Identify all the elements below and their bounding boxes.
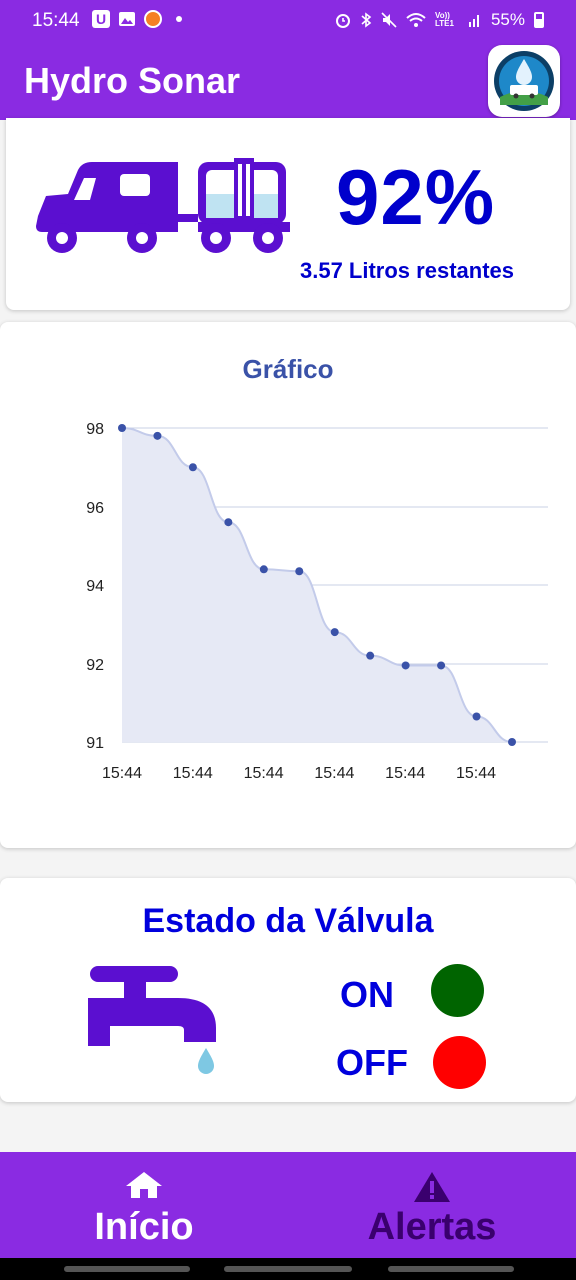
tank-level-card: 92% 3.57 Litros restantes [6,118,570,310]
chart-x-tick-label: 15:44 [102,765,142,782]
tank-percent: 92% [336,153,496,241]
battery-percent: 55% [490,10,525,29]
chart-y-tick-label: 96 [86,500,104,517]
chart-point[interactable] [366,651,375,660]
valve-on-indicator [431,964,484,1017]
app-bar: Hydro Sonar [0,42,576,120]
chart-point[interactable] [437,661,446,670]
status-bar: 15:44 U Vo)) LTE1 55% [0,0,576,42]
chart-point[interactable] [330,628,339,637]
system-navigation-bar [0,1258,576,1280]
valve-title: Estado da Válvula [142,902,434,940]
nav-home[interactable]: Início [0,1152,288,1258]
chart-point[interactable] [295,567,304,576]
status-time: 15:44 [32,10,80,31]
chart-point[interactable] [153,431,162,440]
chart-x-tick-label: 15:44 [173,765,213,782]
volte-indicator: Vo)) LTE1 [434,11,454,28]
chart-x-tick-label: 15:44 [244,765,284,782]
valve-status-card: Estado da Válvula ON OFF [0,878,576,1102]
nav-handle-right[interactable] [388,1266,514,1272]
gallery-icon [119,12,135,26]
home-icon [126,1172,162,1198]
valve-off-indicator [433,1036,486,1089]
wifi-icon [406,13,426,27]
liters-remaining: 3.57 Litros restantes [300,258,514,283]
chart-y-tick-label: 92 [86,657,104,674]
valve-on-label: ON [340,974,394,1015]
chart-point[interactable] [188,463,197,472]
chart-point[interactable] [259,565,268,574]
battery-icon [534,12,544,28]
more-notifications-icon [176,16,182,22]
chart-x-tick-label: 15:44 [314,765,354,782]
nav-alerts[interactable]: Alertas [288,1152,576,1258]
chart-y-tick-label: 91 [86,735,104,752]
alarm-icon [335,14,350,28]
chart-card: Gráfico 98 96 94 92 91 15:44 15:44 15:44 15:44 15… [0,322,576,848]
nav-home-label: Início [94,1206,194,1248]
chart-y-tick-label: 94 [86,578,104,595]
valve-off-label: OFF [336,1042,408,1083]
notification-app-icon [144,10,162,28]
level-chart: 98 96 94 92 91 15:44 15:44 15:44 15:44 15:44 15:44 [86,421,548,782]
nav-handle-left[interactable] [64,1266,190,1272]
app-title: Hydro Sonar [24,60,241,101]
mute-icon [381,12,397,28]
chart-point[interactable] [118,424,126,432]
chart-point[interactable] [508,738,516,746]
status-system-icons: Vo)) LTE1 55% [335,10,544,30]
signal-icon [468,15,479,27]
bluetooth-icon [361,12,372,28]
app-logo-icon[interactable] [488,45,560,117]
nav-alerts-label: Alertas [367,1206,497,1248]
faucet-icon [88,966,216,1074]
warning-icon [414,1172,450,1202]
chart-point[interactable] [224,518,233,527]
chart-point[interactable] [401,661,410,670]
chart-y-tick-label: 98 [86,421,104,438]
chart-x-tick-label: 15:44 [456,765,496,782]
notification-u-icon: U [92,10,110,28]
chart-x-tick-label: 15:44 [385,765,425,782]
truck-tank-icon [36,158,290,253]
status-notifications: U [92,10,182,28]
chart-point[interactable] [472,712,481,721]
nav-handle-center[interactable] [224,1266,352,1272]
bottom-navigation: Início Alertas [0,1152,576,1258]
